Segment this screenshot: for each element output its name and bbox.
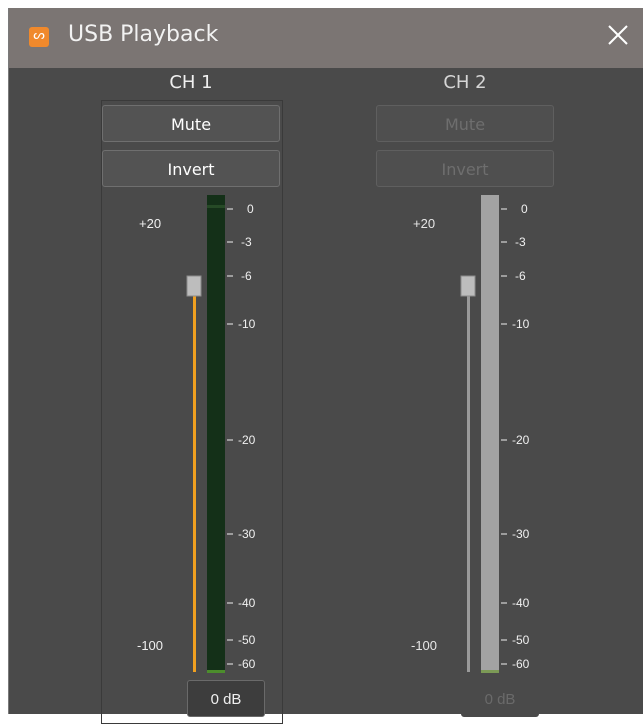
channel-1-meter-peak — [207, 670, 225, 673]
channel-1-scale-label: -3 — [241, 235, 252, 249]
channel-1-scale-label: -6 — [241, 269, 252, 283]
channel-1-fader-bottom-label: -100 — [137, 638, 163, 653]
channel-1-label: CH 1 — [169, 72, 213, 93]
channel-1-scale-label: -10 — [238, 317, 256, 331]
channel-1-scale-label: -60 — [238, 657, 256, 671]
channel-2-fader-bottom-label: -100 — [411, 638, 437, 653]
channel-2-scale-label: -20 — [512, 433, 530, 447]
window-title: USB Playback — [68, 22, 219, 47]
title-bar[interactable]: ᔕ USB Playback — [9, 8, 643, 68]
channel-2-scale-label: -30 — [512, 527, 530, 541]
channel-1-scale-label: -50 — [238, 633, 256, 647]
channel-2-scale-label: 0 — [521, 202, 528, 216]
channel-1-scale-label: -40 — [238, 596, 256, 610]
channel-2-invert-button[interactable]: Invert — [376, 150, 554, 187]
channel-1-gain-field[interactable]: 0 dB — [187, 680, 265, 717]
channel-1-level-meter — [207, 195, 225, 673]
channel-2-scale-label: -6 — [515, 269, 526, 283]
channel-2-scale-label: -10 — [512, 317, 530, 331]
channel-2-mute-button[interactable]: Mute — [376, 105, 554, 142]
channel-1-scale-label: -30 — [238, 527, 256, 541]
channel-1-fader-handle[interactable] — [186, 275, 202, 297]
channel-1-meter-top — [207, 205, 225, 208]
channel-2-gain-field[interactable]: 0 dB — [461, 680, 539, 717]
channel-1-fader-top-label: +20 — [139, 216, 161, 231]
channel-1-scale-label: -20 — [238, 433, 256, 447]
channel-1-scale: 0 -3 -6 -10 -20 -30 -40 -50 -60 — [227, 202, 256, 671]
channel-1-meter-area: +20 -100 0 -3 -6 -10 -20 -30 -40 -50 -60 — [137, 195, 256, 673]
close-icon — [608, 25, 628, 45]
channel-1-scale-label: 0 — [247, 202, 254, 216]
channel-2-scale: 0 -3 -6 -10 -20 -30 -40 -50 -60 — [501, 202, 530, 671]
channel-2-fader-top-label: +20 — [413, 216, 435, 231]
channel-1-mute-button[interactable]: Mute — [102, 105, 280, 142]
channel-2-scale-label: -60 — [512, 657, 530, 671]
channel-2-label: CH 2 — [443, 72, 487, 93]
channel-2-meter-area: +20 -100 0 -3 -6 -10 -20 -30 -40 -50 -60 — [411, 195, 530, 673]
channel-2-fader-handle[interactable] — [460, 275, 476, 297]
channel-2-meter-peak — [481, 670, 499, 673]
channel-2-scale-label: -3 — [515, 235, 526, 249]
channel-2-scale-label: -40 — [512, 596, 530, 610]
channel-1-invert-button[interactable]: Invert — [102, 150, 280, 187]
channel-2-level-meter — [481, 195, 499, 673]
usb-playback-window: ᔕ USB Playback CH 1 Mute Invert +20 -100… — [8, 8, 643, 724]
app-logo-icon: ᔕ — [29, 27, 49, 47]
channel-1-fader-track — [193, 288, 196, 672]
channel-2-scale-label: -50 — [512, 633, 530, 647]
close-button[interactable] — [603, 20, 633, 50]
channel-2-fader-track — [467, 288, 470, 672]
